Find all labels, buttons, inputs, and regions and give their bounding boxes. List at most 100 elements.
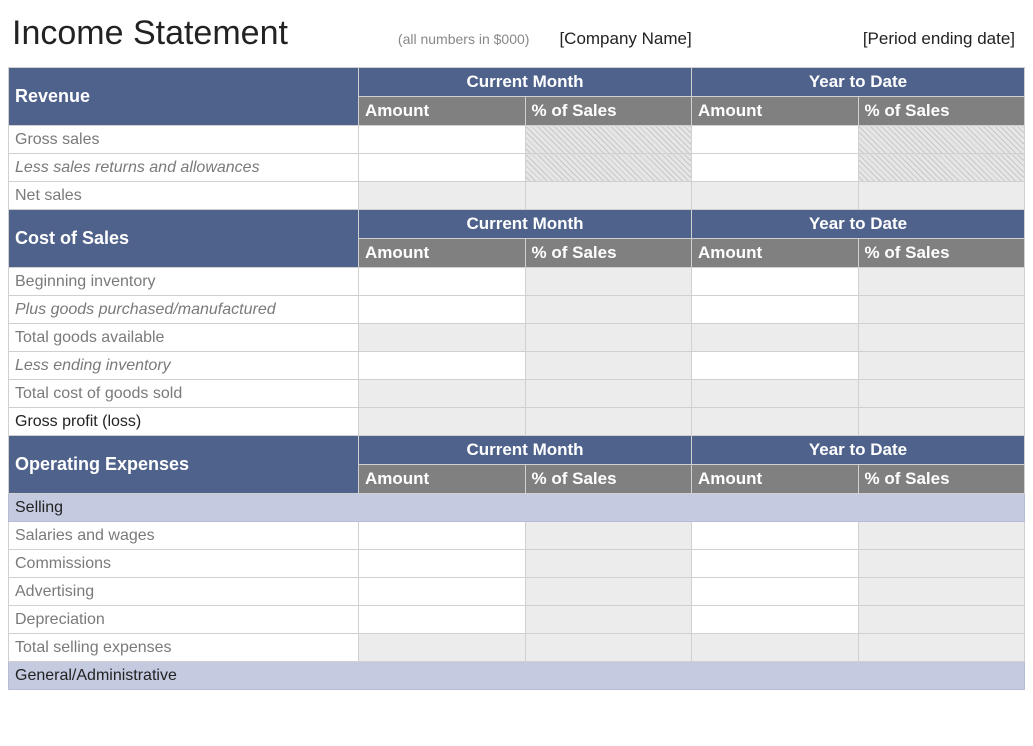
col-pct-ytd: % of Sales [858,465,1025,494]
cell-computed [858,550,1025,578]
cell-input[interactable] [692,550,859,578]
subcategory-label-general: General/Administrative [9,662,1025,690]
cell-computed [858,408,1025,436]
col-amount-ytd: Amount [692,97,859,126]
label-less-end-inv: Less ending inventory [9,352,359,380]
col-pct-cm: % of Sales [525,465,692,494]
row-less-ending-inventory: Less ending inventory [9,352,1025,380]
cell-computed [525,182,692,210]
section-title-operating-expenses: Operating Expenses [9,436,359,494]
label-net-sales: Net sales [9,182,359,210]
cell-input[interactable] [359,296,526,324]
section-title-cost-of-sales: Cost of Sales [9,210,359,268]
cell-input[interactable] [359,578,526,606]
cell-computed [525,634,692,662]
cell-input[interactable] [692,352,859,380]
cell-computed [858,578,1025,606]
cell-computed [525,408,692,436]
row-total-selling-expenses: Total selling expenses [9,634,1025,662]
cell-computed [359,324,526,352]
page-title: Income Statement [12,14,288,53]
cell-computed [858,182,1025,210]
cell-computed [525,352,692,380]
cell-disabled [858,126,1025,154]
label-depreciation: Depreciation [9,606,359,634]
cell-disabled [525,126,692,154]
cell-input[interactable] [359,606,526,634]
row-salaries-wages: Salaries and wages [9,522,1025,550]
period-ending-placeholder[interactable]: [Period ending date] [863,29,1015,49]
cell-computed [692,324,859,352]
cell-computed [858,296,1025,324]
label-salaries: Salaries and wages [9,522,359,550]
cell-computed [858,634,1025,662]
col-pct-cm: % of Sales [525,239,692,268]
cell-computed [692,380,859,408]
cell-computed [858,606,1025,634]
cell-input[interactable] [359,352,526,380]
cell-computed [525,380,692,408]
cell-computed [525,296,692,324]
cell-input[interactable] [692,522,859,550]
subcategory-label-selling: Selling [9,494,1025,522]
cell-input[interactable] [359,126,526,154]
cell-computed [359,408,526,436]
row-less-returns: Less sales returns and allowances [9,154,1025,182]
row-depreciation: Depreciation [9,606,1025,634]
cell-disabled [858,154,1025,182]
row-total-goods-available: Total goods available [9,324,1025,352]
col-pct-ytd: % of Sales [858,97,1025,126]
cell-computed [692,408,859,436]
row-gross-sales: Gross sales [9,126,1025,154]
label-plus-goods: Plus goods purchased/manufactured [9,296,359,324]
cell-computed [525,606,692,634]
cell-input[interactable] [359,268,526,296]
col-group-year-to-date: Year to Date [692,210,1025,239]
col-group-year-to-date: Year to Date [692,68,1025,97]
cell-computed [359,380,526,408]
cell-computed [692,634,859,662]
cell-input[interactable] [692,606,859,634]
company-name-placeholder[interactable]: [Company Name] [559,29,691,49]
label-less-returns: Less sales returns and allowances [9,154,359,182]
row-total-cogs: Total cost of goods sold [9,380,1025,408]
row-advertising: Advertising [9,578,1025,606]
subcategory-selling: Selling [9,494,1025,522]
label-beg-inv: Beginning inventory [9,268,359,296]
units-note: (all numbers in $000) [398,31,530,47]
cell-computed [858,324,1025,352]
income-statement-table: Revenue Current Month Year to Date Amoun… [8,67,1025,690]
col-amount-ytd: Amount [692,239,859,268]
cell-input[interactable] [359,522,526,550]
col-group-current-month: Current Month [359,68,692,97]
cell-computed [858,522,1025,550]
col-amount-cm: Amount [359,97,526,126]
label-total-selling: Total selling expenses [9,634,359,662]
cell-input[interactable] [692,154,859,182]
label-commissions: Commissions [9,550,359,578]
cell-computed [525,550,692,578]
subcategory-general-admin: General/Administrative [9,662,1025,690]
cell-input[interactable] [692,268,859,296]
cell-input[interactable] [692,126,859,154]
row-plus-goods: Plus goods purchased/manufactured [9,296,1025,324]
cell-input[interactable] [359,154,526,182]
col-amount-ytd: Amount [692,465,859,494]
col-pct-cm: % of Sales [525,97,692,126]
cell-input[interactable] [692,296,859,324]
cell-disabled [525,154,692,182]
section-header-revenue: Revenue Current Month Year to Date [9,68,1025,97]
cell-computed [525,578,692,606]
cell-input[interactable] [692,578,859,606]
cell-computed [525,268,692,296]
row-net-sales: Net sales [9,182,1025,210]
cell-computed [858,352,1025,380]
col-pct-ytd: % of Sales [858,239,1025,268]
cell-input[interactable] [359,550,526,578]
document-header: Income Statement (all numbers in $000) [… [8,8,1025,67]
label-advertising: Advertising [9,578,359,606]
section-title-revenue: Revenue [9,68,359,126]
section-header-cost-of-sales: Cost of Sales Current Month Year to Date [9,210,1025,239]
cell-computed [525,522,692,550]
label-total-avail: Total goods available [9,324,359,352]
